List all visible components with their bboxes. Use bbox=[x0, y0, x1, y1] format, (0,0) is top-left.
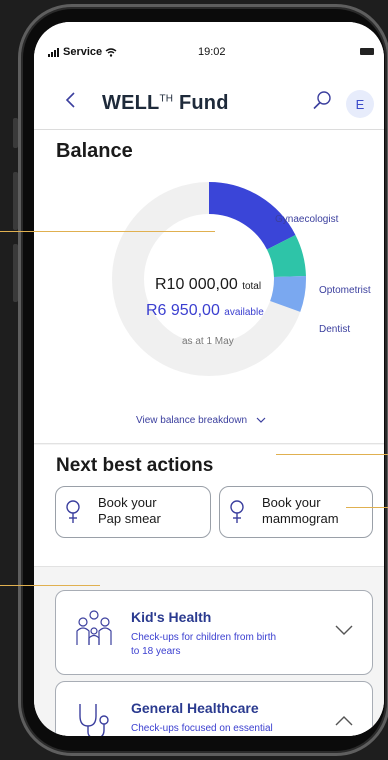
app-bar: WELLTH Fund E bbox=[34, 78, 384, 130]
callout-line bbox=[276, 454, 388, 455]
status-bar: Service 19:02 bbox=[34, 22, 384, 66]
next-best-actions-section: Next best actions Book your Pap smear Bo… bbox=[34, 445, 384, 567]
book-pap-smear-button[interactable]: Book your Pap smear bbox=[55, 486, 211, 538]
action-line-2: mammogram bbox=[262, 511, 339, 526]
available-label: available bbox=[224, 307, 264, 318]
battery-icon bbox=[360, 48, 374, 55]
action-line-1: Book your bbox=[98, 495, 157, 510]
card-desc-line-2: to 18 years bbox=[131, 646, 181, 657]
carrier-status: Service bbox=[48, 46, 117, 58]
view-breakdown-label: View balance breakdown bbox=[136, 415, 248, 426]
total-balance: R10 000,00 total bbox=[155, 276, 261, 294]
page-title-text: WELL bbox=[102, 92, 160, 114]
balance-card: Balance Gynaecologist Optometrist Dentis… bbox=[34, 130, 384, 444]
action-text: Book your mammogram bbox=[262, 495, 368, 527]
callout-line bbox=[0, 585, 100, 586]
chevron-up-icon bbox=[335, 716, 353, 726]
callout-line bbox=[346, 507, 388, 508]
card-desc-line-1: Check-ups focused on essential bbox=[131, 723, 273, 734]
total-amount: R10 000,00 bbox=[155, 276, 238, 293]
available-balance: R6 950,00 available bbox=[146, 302, 264, 320]
callout-line bbox=[0, 231, 215, 232]
page-title: WELLTH Fund bbox=[102, 92, 229, 115]
next-best-actions-heading: Next best actions bbox=[56, 455, 214, 476]
card-title: Kid's Health bbox=[131, 609, 212, 625]
search-button[interactable] bbox=[310, 88, 336, 114]
action-line-1: Book your bbox=[262, 495, 321, 510]
family-icon bbox=[76, 610, 112, 645]
action-text: Book your Pap smear bbox=[98, 495, 204, 527]
chevron-left-icon bbox=[65, 92, 75, 108]
avatar[interactable]: E bbox=[346, 90, 374, 118]
segment-label-optometrist: Optometrist bbox=[319, 285, 371, 296]
segment-label-dentist: Dentist bbox=[319, 324, 351, 335]
chevron-down-icon bbox=[335, 625, 353, 635]
card-description: Check-ups focused on essential healthcar… bbox=[131, 722, 317, 736]
status-time: 19:02 bbox=[198, 46, 226, 58]
carrier-name: Service bbox=[63, 46, 103, 58]
view-balance-breakdown-link[interactable]: View balance breakdown bbox=[136, 415, 266, 426]
search-icon bbox=[313, 91, 331, 110]
available-amount: R6 950,00 bbox=[146, 302, 220, 319]
page-title-superscript: TH bbox=[159, 93, 174, 105]
general-healthcare-card[interactable]: General Healthcare Check-ups focused on … bbox=[55, 681, 373, 736]
side-button bbox=[13, 172, 18, 230]
card-desc-line-1: Check-ups for children from birth bbox=[131, 632, 277, 643]
female-symbol-icon bbox=[230, 500, 244, 523]
action-line-2: Pap smear bbox=[98, 511, 161, 526]
female-symbol-icon bbox=[66, 500, 80, 523]
book-mammogram-button[interactable]: Book your mammogram bbox=[219, 486, 373, 538]
side-button bbox=[13, 118, 18, 148]
stethoscope-icon bbox=[79, 704, 109, 736]
segment-label-gynaecologist: Gynaecologist bbox=[275, 214, 339, 225]
signal-icon bbox=[48, 47, 59, 57]
back-button[interactable] bbox=[64, 90, 84, 114]
card-title: General Healthcare bbox=[131, 700, 259, 716]
main-content: Balance Gynaecologist Optometrist Dentis… bbox=[34, 130, 384, 736]
kids-health-card[interactable]: Kid's Health Check-ups for children from… bbox=[55, 590, 373, 675]
card-description: Check-ups for children from birth to 18 … bbox=[131, 631, 317, 659]
page-title-suffix: Fund bbox=[173, 92, 229, 114]
as-at-date: as at 1 May bbox=[182, 336, 234, 347]
chevron-down-icon bbox=[256, 417, 266, 423]
side-button bbox=[13, 244, 18, 302]
balance-heading: Balance bbox=[56, 140, 133, 162]
wifi-icon bbox=[105, 47, 117, 57]
phone-screen: Service 19:02 WELLTH Fund E Balance Gyna… bbox=[34, 22, 384, 736]
total-label: total bbox=[242, 281, 262, 292]
